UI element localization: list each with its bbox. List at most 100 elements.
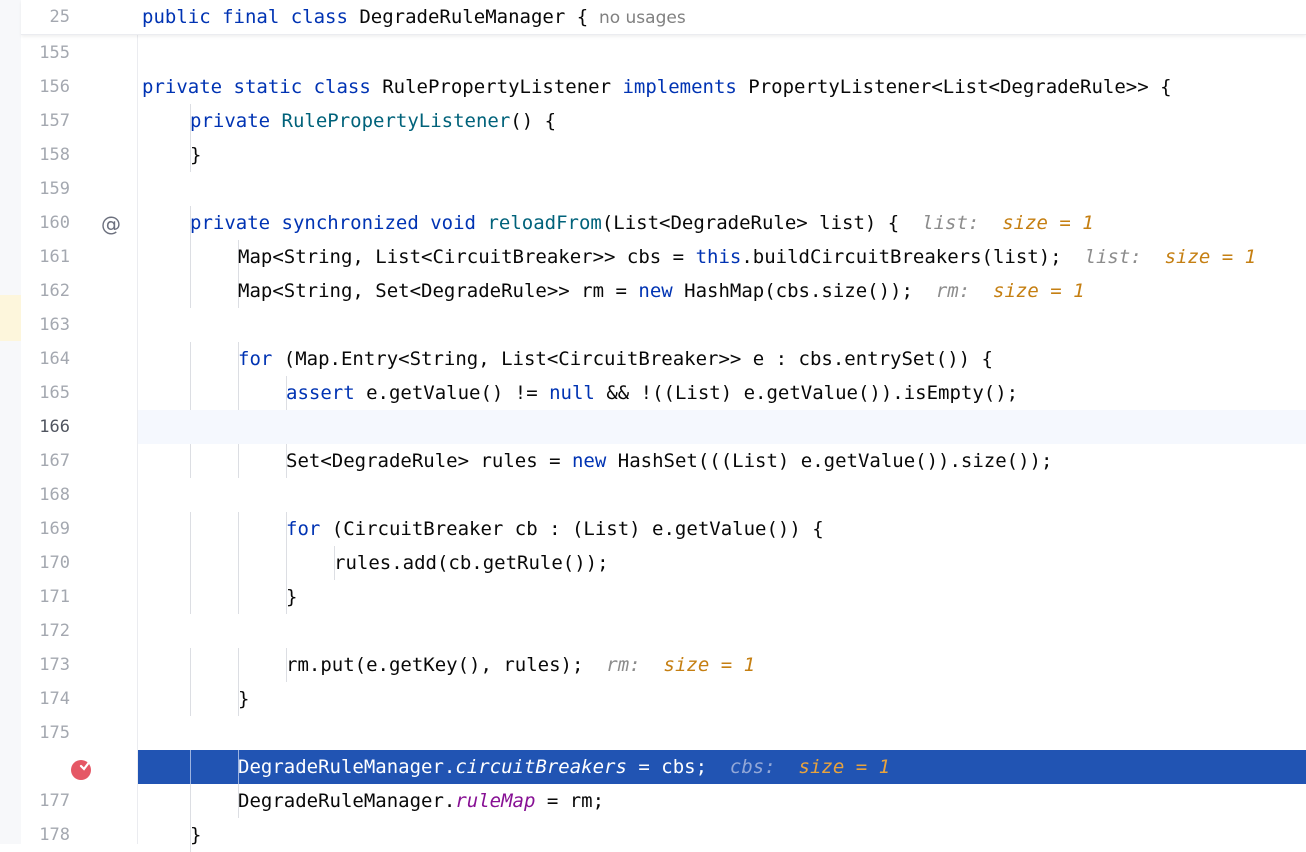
sticky-class-header[interactable]: 25 public final class DegradeRuleManager… bbox=[21, 0, 1306, 35]
code-token: this bbox=[695, 246, 742, 268]
code-row[interactable]: 158} bbox=[21, 138, 1306, 172]
indent-guide bbox=[190, 376, 191, 410]
code-line[interactable]: private synchronized void reloadFrom(Lis… bbox=[190, 206, 1094, 240]
code-line-area[interactable] bbox=[138, 818, 1306, 852]
code-row[interactable]: 161 Map<String, List<CircuitBreaker>> cbs… bbox=[21, 240, 1306, 274]
code-line-area[interactable] bbox=[138, 410, 1306, 444]
code-line-area[interactable] bbox=[138, 308, 1306, 342]
code-line[interactable]: for (CircuitBreaker cb : (List) e.getVal… bbox=[286, 512, 824, 546]
code-line-area[interactable] bbox=[138, 580, 1306, 614]
code-line-area[interactable] bbox=[138, 172, 1306, 206]
code-row[interactable]: 166 bbox=[21, 410, 1306, 444]
line-number[interactable]: 168 bbox=[21, 478, 70, 512]
code-token: (List<DegradeRule> list) { bbox=[601, 212, 923, 234]
line-number[interactable]: 166 bbox=[21, 410, 70, 444]
line-number[interactable]: 173 bbox=[21, 648, 70, 682]
code-row[interactable]: 164 for (Map.Entry<String, List<CircuitBr… bbox=[21, 342, 1306, 376]
indent-guide bbox=[238, 648, 239, 682]
line-number[interactable]: 155 bbox=[21, 36, 70, 70]
code-line[interactable]: private RulePropertyListener() { bbox=[190, 104, 556, 138]
line-number[interactable]: 167 bbox=[21, 444, 70, 478]
code-row[interactable]: 172 bbox=[21, 614, 1306, 648]
code-line[interactable]: Set<DegradeRule> rules = new HashSet(((L… bbox=[286, 444, 1052, 478]
code-line[interactable]: } bbox=[190, 138, 201, 172]
code-row[interactable]: 157 private RulePropertyListener() { bbox=[21, 104, 1306, 138]
code-line-area[interactable] bbox=[138, 138, 1306, 172]
code-row[interactable]: 169 for (CircuitBreaker cb : (List) e.get… bbox=[21, 512, 1306, 546]
line-number[interactable]: 158 bbox=[21, 138, 70, 172]
override-at-icon[interactable]: @ bbox=[101, 214, 121, 234]
code-line[interactable]: } bbox=[190, 818, 201, 852]
code-row[interactable]: 165 assert e.getValue() != null && !((Lis… bbox=[21, 376, 1306, 410]
code-line[interactable]: DegradeRuleManager.ruleMap = rm; bbox=[238, 784, 604, 818]
code-token: implements bbox=[622, 76, 749, 98]
code-line[interactable]: } bbox=[286, 580, 297, 614]
code-line-area[interactable] bbox=[138, 36, 1306, 70]
code-line-area[interactable] bbox=[138, 478, 1306, 512]
code-row[interactable]: 173 rm.put(e.getKey(), rules); rm: size =… bbox=[21, 648, 1306, 682]
code-token: for bbox=[286, 518, 332, 540]
code-line[interactable]: DegradeRuleManager.circuitBreakers = cbs… bbox=[238, 750, 890, 784]
code-row[interactable]: 156 private static class RulePropertyList… bbox=[21, 70, 1306, 104]
line-number[interactable]: 165 bbox=[21, 376, 70, 410]
code-row[interactable]: 178} bbox=[21, 818, 1306, 852]
code-token: synchronized bbox=[281, 212, 431, 234]
line-number[interactable]: 178 bbox=[21, 818, 70, 852]
code-line-area[interactable] bbox=[138, 716, 1306, 750]
line-number[interactable] bbox=[21, 750, 70, 784]
line-number[interactable]: 156 bbox=[21, 70, 70, 104]
breakpoint-icon[interactable] bbox=[69, 758, 93, 782]
line-number[interactable]: 174 bbox=[21, 682, 70, 716]
code-line[interactable]: rm.put(e.getKey(), rules); rm: size = 1 bbox=[286, 648, 755, 682]
editor-left-edge bbox=[0, 0, 21, 844]
code-row[interactable]: 171} bbox=[21, 580, 1306, 614]
code-row[interactable]: 162 Map<String, Set<DegradeRule>> rm = ne… bbox=[21, 274, 1306, 308]
code-line[interactable]: Map<String, List<CircuitBreaker>> cbs = … bbox=[238, 240, 1256, 274]
code-token: void bbox=[430, 212, 488, 234]
indent-guide bbox=[238, 444, 239, 478]
line-number[interactable]: 157 bbox=[21, 104, 70, 138]
code-row[interactable]: 167 Set<DegradeRule> rules = new HashSet(… bbox=[21, 444, 1306, 478]
usages-hint[interactable]: no usages bbox=[588, 8, 686, 28]
code-line[interactable]: assert e.getValue() != null && !((List) … bbox=[286, 376, 1018, 410]
code-token: new bbox=[571, 450, 618, 472]
code-line[interactable]: private static class RulePropertyListene… bbox=[142, 70, 1172, 104]
line-number[interactable]: 175 bbox=[21, 716, 70, 750]
code-row[interactable]: 174} bbox=[21, 682, 1306, 716]
line-number[interactable]: 172 bbox=[21, 614, 70, 648]
code-token: final bbox=[222, 6, 291, 28]
line-number[interactable]: 163 bbox=[21, 308, 70, 342]
line-number[interactable]: 160 bbox=[21, 206, 70, 240]
line-number[interactable]: 162 bbox=[21, 274, 70, 308]
code-row[interactable]: 160 @ private synchronized void reloadFrom… bbox=[21, 206, 1306, 240]
line-number[interactable]: 177 bbox=[21, 784, 70, 818]
code-token: e.getValue() != bbox=[366, 382, 550, 404]
line-number[interactable]: 161 bbox=[21, 240, 70, 274]
code-line-area[interactable] bbox=[138, 682, 1306, 716]
code-line[interactable]: for (Map.Entry<String, List<CircuitBreak… bbox=[238, 342, 993, 376]
code-token: DegradeRuleManager { bbox=[359, 6, 589, 28]
code-row[interactable]: 168 bbox=[21, 478, 1306, 512]
line-number[interactable]: 171 bbox=[21, 580, 70, 614]
code-line[interactable]: public final class DegradeRuleManager { … bbox=[142, 0, 686, 34]
line-number[interactable]: 164 bbox=[21, 342, 70, 376]
code-line[interactable]: } bbox=[238, 682, 249, 716]
code-row[interactable]: 163 bbox=[21, 308, 1306, 342]
code-token: = cbs; bbox=[626, 756, 730, 778]
code-line[interactable]: rules.add(cb.getRule()); bbox=[334, 546, 609, 580]
line-number[interactable]: 169 bbox=[21, 512, 70, 546]
code-row[interactable]: 175 bbox=[21, 716, 1306, 750]
code-row[interactable]: 159 bbox=[21, 172, 1306, 206]
code-line-area[interactable] bbox=[138, 614, 1306, 648]
execution-line[interactable]: DegradeRuleManager.circuitBreakers = cbs… bbox=[21, 750, 1306, 784]
code-row[interactable]: 177 DegradeRuleManager.ruleMap = rm; bbox=[21, 784, 1306, 818]
code-token: } bbox=[190, 824, 202, 846]
code-row[interactable]: 170 rules.add(cb.getRule()); bbox=[21, 546, 1306, 580]
line-number[interactable]: 170 bbox=[21, 546, 70, 580]
line-number[interactable]: 159 bbox=[21, 172, 70, 206]
code-line-area[interactable] bbox=[138, 546, 1306, 580]
code-line[interactable]: Map<String, Set<DegradeRule>> rm = new H… bbox=[238, 274, 1085, 308]
indent-guide bbox=[190, 546, 191, 580]
line-number: 25 bbox=[49, 7, 70, 27]
code-row[interactable]: 155 bbox=[21, 36, 1306, 70]
